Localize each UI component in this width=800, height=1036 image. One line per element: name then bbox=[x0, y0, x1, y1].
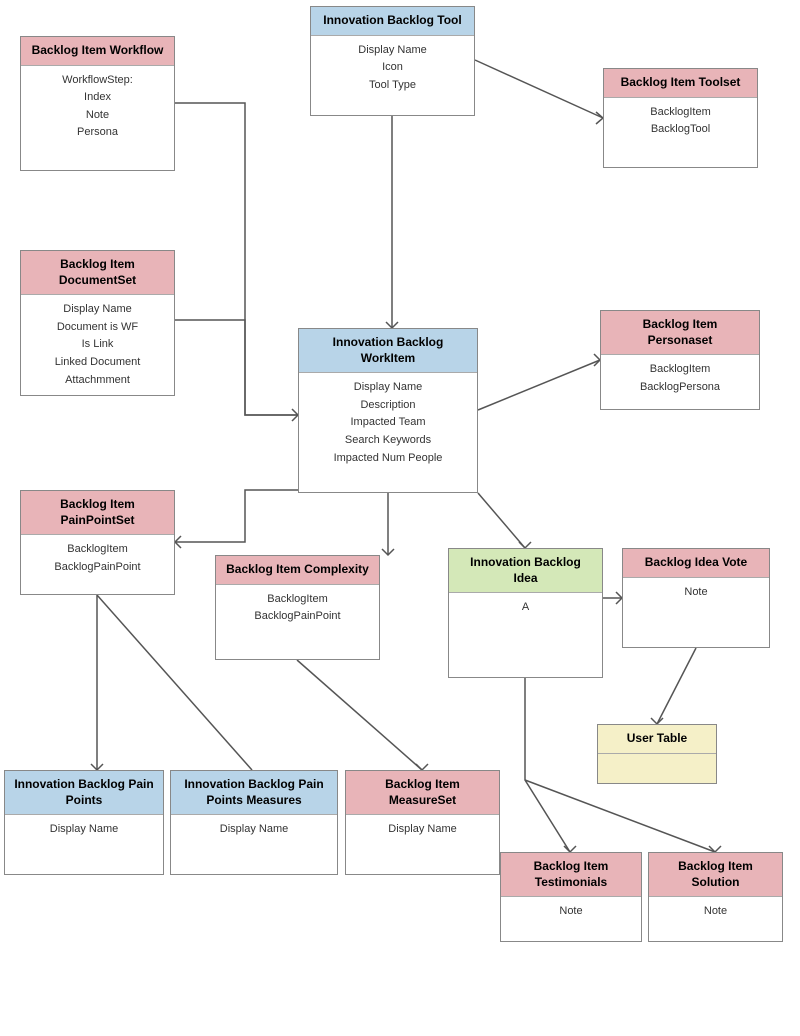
innovation-backlog-idea-box: Innovation Backlog Idea A bbox=[448, 548, 603, 678]
backlog-item-documentset-box: Backlog Item DocumentSet Display NameDoc… bbox=[20, 250, 175, 396]
backlog-item-measureset-body: Display Name bbox=[346, 815, 499, 845]
backlog-idea-vote-header: Backlog Idea Vote bbox=[623, 549, 769, 578]
backlog-item-complexity-body: BacklogItemBacklogPainPoint bbox=[216, 585, 379, 632]
innovation-backlog-pain-points-body: Display Name bbox=[5, 815, 163, 845]
backlog-item-toolset-header: Backlog Item Toolset bbox=[604, 69, 757, 98]
backlog-idea-vote-box: Backlog Idea Vote Note bbox=[622, 548, 770, 648]
innovation-backlog-tool-body: Display NameIconTool Type bbox=[311, 36, 474, 101]
innovation-backlog-workitem-body: Display NameDescriptionImpacted TeamSear… bbox=[299, 373, 477, 473]
user-table-box: User Table bbox=[597, 724, 717, 784]
backlog-item-complexity-box: Backlog Item Complexity BacklogItemBackl… bbox=[215, 555, 380, 660]
backlog-item-testimonials-box: Backlog Item Testimonials Note bbox=[500, 852, 642, 942]
backlog-item-solution-header: Backlog Item Solution bbox=[649, 853, 782, 897]
backlog-item-painpointset-box: Backlog Item PainPointSet BacklogItemBac… bbox=[20, 490, 175, 595]
innovation-backlog-pain-points-header: Innovation Backlog Pain Points bbox=[5, 771, 163, 815]
backlog-item-documentset-header: Backlog Item DocumentSet bbox=[21, 251, 174, 295]
backlog-item-workflow-header: Backlog Item Workflow bbox=[21, 37, 174, 66]
innovation-backlog-tool-box: Innovation Backlog Tool Display NameIcon… bbox=[310, 6, 475, 116]
backlog-item-measureset-box: Backlog Item MeasureSet Display Name bbox=[345, 770, 500, 875]
diagram: Backlog Item Workflow WorkflowStep:Index… bbox=[0, 0, 800, 1036]
backlog-item-toolset-box: Backlog Item Toolset BacklogItemBacklogT… bbox=[603, 68, 758, 168]
backlog-item-painpointset-body: BacklogItemBacklogPainPoint bbox=[21, 535, 174, 582]
backlog-idea-vote-body: Note bbox=[623, 578, 769, 608]
user-table-body bbox=[598, 754, 716, 766]
backlog-item-workflow-body: WorkflowStep:IndexNotePersona bbox=[21, 66, 174, 148]
backlog-item-testimonials-body: Note bbox=[501, 897, 641, 927]
innovation-backlog-pain-points-measures-box: Innovation Backlog Pain Points Measures … bbox=[170, 770, 338, 875]
backlog-item-workflow-box: Backlog Item Workflow WorkflowStep:Index… bbox=[20, 36, 175, 171]
backlog-item-complexity-header: Backlog Item Complexity bbox=[216, 556, 379, 585]
backlog-item-solution-body: Note bbox=[649, 897, 782, 927]
innovation-backlog-idea-header: Innovation Backlog Idea bbox=[449, 549, 602, 593]
innovation-backlog-pain-points-measures-header: Innovation Backlog Pain Points Measures bbox=[171, 771, 337, 815]
innovation-backlog-pain-points-box: Innovation Backlog Pain Points Display N… bbox=[4, 770, 164, 875]
backlog-item-solution-box: Backlog Item Solution Note bbox=[648, 852, 783, 942]
backlog-item-personaset-header: Backlog Item Personaset bbox=[601, 311, 759, 355]
backlog-item-testimonials-header: Backlog Item Testimonials bbox=[501, 853, 641, 897]
backlog-item-toolset-body: BacklogItemBacklogTool bbox=[604, 98, 757, 145]
innovation-backlog-pain-points-measures-body: Display Name bbox=[171, 815, 337, 845]
user-table-header: User Table bbox=[598, 725, 716, 754]
backlog-item-measureset-header: Backlog Item MeasureSet bbox=[346, 771, 499, 815]
innovation-backlog-workitem-box: Innovation Backlog WorkItem Display Name… bbox=[298, 328, 478, 493]
innovation-backlog-idea-body: A bbox=[449, 593, 602, 623]
backlog-item-documentset-body: Display NameDocument is WFIs LinkLinked … bbox=[21, 295, 174, 395]
backlog-item-personaset-body: BacklogItemBacklogPersona bbox=[601, 355, 759, 402]
backlog-item-painpointset-header: Backlog Item PainPointSet bbox=[21, 491, 174, 535]
innovation-backlog-workitem-header: Innovation Backlog WorkItem bbox=[299, 329, 477, 373]
backlog-item-personaset-box: Backlog Item Personaset BacklogItemBackl… bbox=[600, 310, 760, 410]
innovation-backlog-tool-header: Innovation Backlog Tool bbox=[311, 7, 474, 36]
